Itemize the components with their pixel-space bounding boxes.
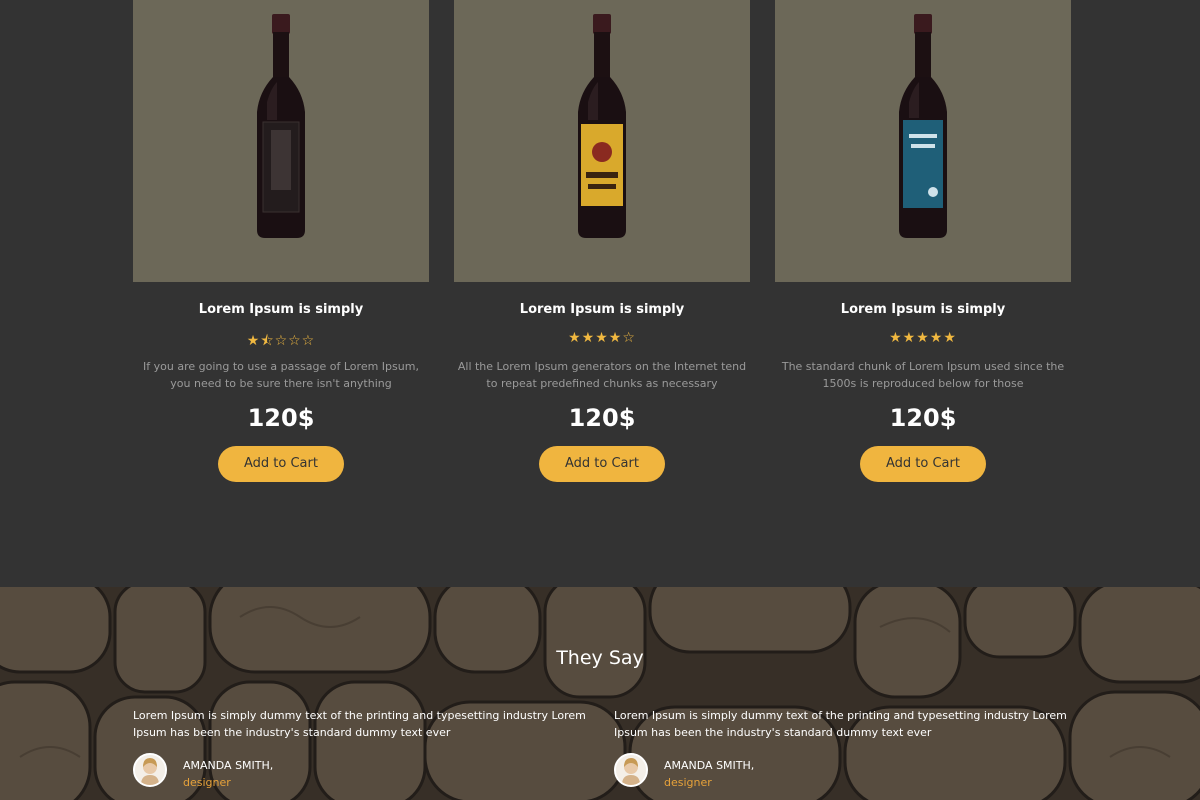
rating-stars: ★⯪☆☆☆	[246, 333, 316, 349]
product-description: All the Lorem Ipsum generators on the In…	[457, 360, 747, 390]
product-price: 120$	[568, 404, 636, 432]
product-description: The standard chunk of Lorem Ipsum used s…	[781, 360, 1065, 390]
person-icon	[135, 755, 165, 785]
author-role: designer	[664, 776, 712, 789]
author-name: AMANDA SMITH,	[664, 759, 755, 772]
rating-stars: ★★★★☆	[568, 330, 636, 346]
author-role: designer	[183, 776, 231, 789]
add-to-cart-button[interactable]: Add to Cart	[218, 446, 344, 482]
product-price: 120$	[889, 404, 957, 432]
product-card: Lorem Ipsum is simply ★★★★☆ All the Lore…	[454, 0, 750, 482]
product-card: Lorem Ipsum is simply ★⯪☆☆☆ If you are g…	[133, 0, 429, 482]
wine-bottle-icon	[257, 14, 305, 238]
add-to-cart-button[interactable]: Add to Cart	[860, 446, 986, 482]
product-card: Lorem Ipsum is simply ★★★★★ The standard…	[775, 0, 1071, 482]
product-price: 120$	[247, 404, 315, 432]
testimonial-item: Lorem Ipsum is simply dummy text of the …	[614, 707, 1074, 789]
avatar	[614, 753, 648, 787]
section-title: They Say	[556, 647, 644, 669]
author-name: AMANDA SMITH,	[183, 759, 274, 772]
products-section: Lorem Ipsum is simply ★⯪☆☆☆ If you are g…	[0, 0, 1200, 587]
testimonials-section: They Say Lorem Ipsum is simply dummy tex…	[0, 587, 1200, 800]
add-to-cart-button[interactable]: Add to Cart	[539, 446, 665, 482]
testimonial-author: AMANDA SMITH, designer	[614, 753, 1074, 789]
product-image[interactable]	[454, 0, 750, 282]
product-image[interactable]	[133, 0, 429, 282]
testimonial-item: Lorem Ipsum is simply dummy text of the …	[133, 707, 593, 789]
wine-bottle-icon	[899, 14, 947, 238]
person-icon	[616, 755, 646, 785]
product-title[interactable]: Lorem Ipsum is simply	[133, 302, 429, 320]
product-description: If you are going to use a passage of Lor…	[143, 360, 419, 390]
testimonial-author: AMANDA SMITH, designer	[133, 753, 593, 789]
product-title[interactable]: Lorem Ipsum is simply	[454, 302, 750, 320]
rating-stars: ★★★★★	[889, 330, 957, 346]
avatar	[133, 753, 167, 787]
product-image[interactable]	[775, 0, 1071, 282]
product-title[interactable]: Lorem Ipsum is simply	[775, 302, 1071, 320]
testimonial-text: Lorem Ipsum is simply dummy text of the …	[614, 709, 1067, 739]
wine-bottle-icon	[578, 14, 626, 238]
testimonial-text: Lorem Ipsum is simply dummy text of the …	[133, 709, 586, 739]
